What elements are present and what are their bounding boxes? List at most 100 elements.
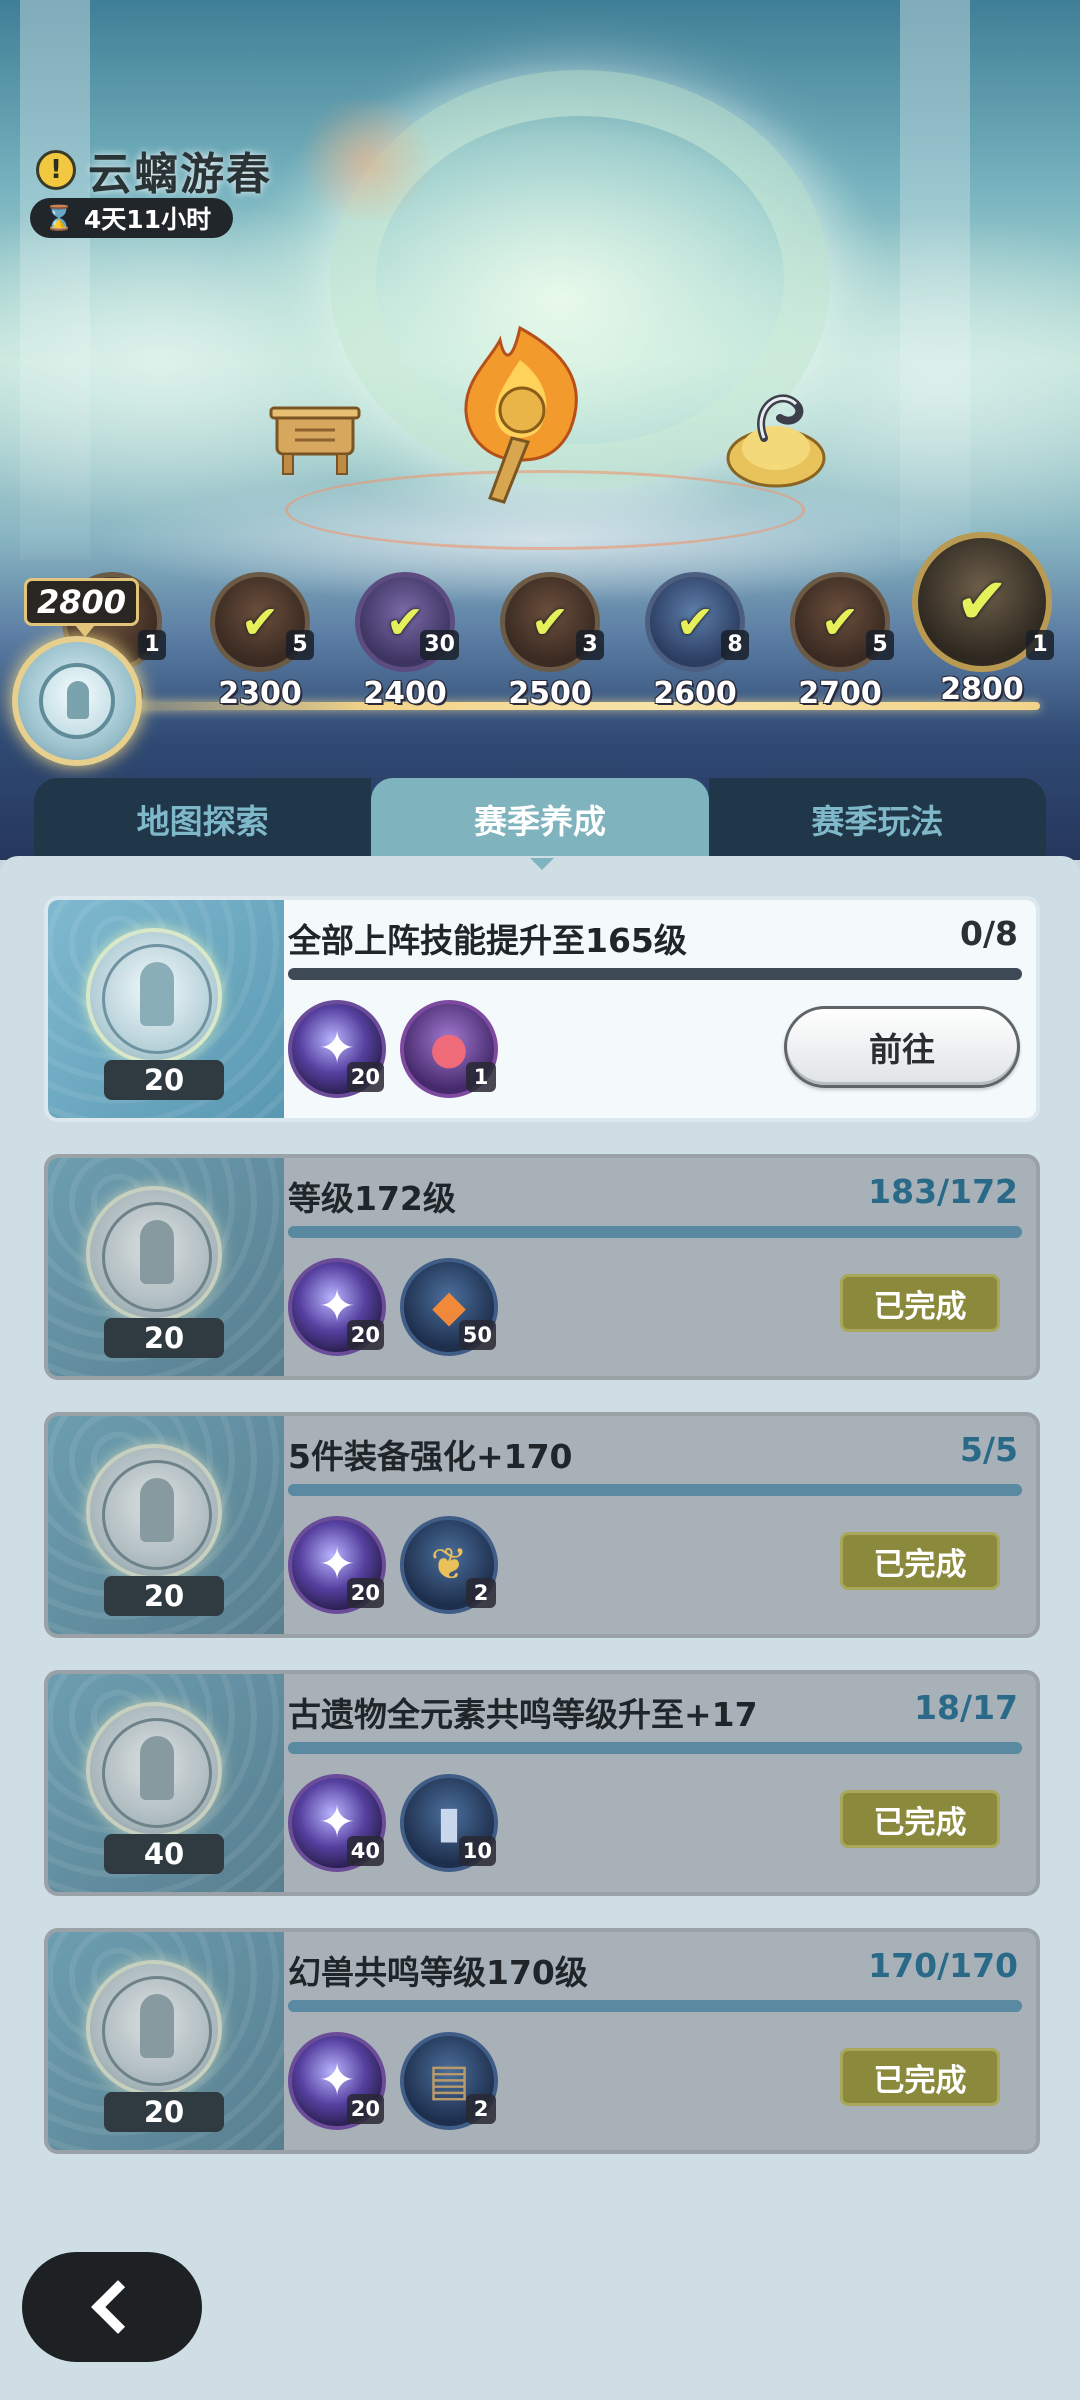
milestone-count: 30 [420,630,459,660]
item-count: 40 [346,1836,384,1866]
item-count: 10 [458,1836,496,1866]
tab-season-growth[interactable]: 赛季养成 [371,778,709,860]
info-alert-icon[interactable]: ! [36,150,76,190]
current-points-badge: 2800 [24,578,140,637]
task-panel: 20 全部上阵技能提升至165级 0/8 ✦ 20 ● 1 前往 20 等级17… [0,856,1080,2400]
task-title: 全部上阵技能提升至165级 [288,921,687,960]
star-orb-icon[interactable]: ✦ 20 [288,1258,386,1356]
star-orb-icon[interactable]: ✦ 40 [288,1774,386,1872]
crystal-icon[interactable]: ◆ 50 [400,1258,498,1356]
task-items: ✦ 20 ◆ 50 [288,1258,498,1356]
task-reward-area: 20 [48,1416,284,1634]
star-orb-icon[interactable]: ✦ 20 [288,1000,386,1098]
task-title: 等级172级 [288,1179,456,1218]
coin-reward-count: 20 [104,1576,224,1616]
apple-glyph: ● [429,1023,469,1074]
milestone-label: 2400 [363,676,447,711]
season-coin-icon [86,928,222,1064]
claimed-check-icon: ✔ [240,595,280,649]
chevron-left-icon [91,2280,145,2334]
event-banner: ! 云螭游春 ⌛ 4天11小时 1 0 ✔ 5 2300 ✔ 30 2400 ✔… [0,0,1080,860]
season-coin-icon [12,636,142,766]
task-progress-text: 18/17 [914,1688,1018,1727]
task-reward-area: 20 [48,1158,284,1376]
milestone-count: 5 [286,630,314,660]
task-progress-fill [288,2000,1022,2012]
task-items: ✦ 20 ❦ 2 [288,1516,498,1614]
task-progress-fill [288,1484,1022,1496]
item-count: 2 [466,1578,496,1608]
tab-map-explore[interactable]: 地图探索 [34,778,372,860]
tab-season-gameplay[interactable]: 赛季玩法 [708,778,1046,860]
task-progress-bar [288,1742,1022,1754]
task-progress-text: 5/5 [960,1430,1018,1469]
task-reward-area: 20 [48,1932,284,2150]
task-items: ✦ 20 ▤ 2 [288,2032,498,2130]
card-glyph: ▮ [436,1797,462,1848]
claimed-check-icon: ✔ [820,595,860,649]
item-count: 20 [346,1062,384,1092]
milestone-count: 3 [576,630,604,660]
milestone-label: 2700 [798,676,882,711]
go-button[interactable]: 前往 [784,1006,1020,1088]
season-coin-icon [86,1960,222,2096]
task-card: 20 等级172级 183/172 ✦ 20 ◆ 50 已完成 [44,1154,1040,1380]
task-reward-area: 40 [48,1674,284,1892]
task-progress-bar [288,1226,1022,1238]
dragon-head-artwork [290,100,440,220]
task-card: 20 全部上阵技能提升至165级 0/8 ✦ 20 ● 1 前往 [44,896,1040,1122]
task-items: ✦ 20 ● 1 [288,1000,498,1098]
apple-icon[interactable]: ● 1 [400,1000,498,1098]
event-title: 云螭游春 [88,149,272,200]
book-glyph: ▤ [428,2055,470,2106]
flame-scepter-reward-icon[interactable] [440,320,600,510]
claimed-check-icon: ✔ [530,595,570,649]
leaf-icon[interactable]: ❦ 2 [400,1516,498,1614]
task-items: ✦ 40 ▮ 10 [288,1774,498,1872]
leaf-glyph: ❦ [430,1539,468,1590]
milestone-count: 8 [721,630,749,660]
item-count: 20 [346,1578,384,1608]
star-orb-icon[interactable]: ✦ 20 [288,1516,386,1614]
bronze-cauldron-reward-icon[interactable] [265,400,365,480]
season-coin-icon [86,1186,222,1322]
season-coin-icon [86,1444,222,1580]
hourglass-icon: ⌛ [44,204,74,232]
task-progress-bar [288,1484,1022,1496]
task-progress-bar [288,2000,1022,2012]
golden-incense-reward-icon[interactable] [716,378,836,498]
task-card: 40 古遗物全元素共鸣等级升至+17 18/17 ✦ 40 ▮ 10 已完成 [44,1670,1040,1896]
tab-bar: 地图探索 赛季养成 赛季玩法 [34,778,1046,860]
book-icon[interactable]: ▤ 2 [400,2032,498,2130]
claimed-check-icon: ✔ [955,565,1009,639]
star-orb-icon[interactable]: ✦ 20 [288,2032,386,2130]
milestone-label: 2300 [218,676,302,711]
task-progress-fill [288,1226,1022,1238]
task-progress-text: 0/8 [960,914,1018,953]
coin-reward-count: 20 [104,2092,224,2132]
completed-badge: 已完成 [840,1274,1000,1332]
item-count: 20 [346,1320,384,1350]
back-button[interactable] [22,2252,202,2362]
coin-reward-count: 20 [104,1060,224,1100]
completed-badge: 已完成 [840,2048,1000,2106]
coin-reward-count: 20 [104,1318,224,1358]
task-progress-text: 183/172 [868,1172,1018,1211]
milestone-count: 1 [138,630,166,660]
event-title-row: ! 云螭游春 [36,138,272,202]
event-timer: ⌛ 4天11小时 [30,198,234,238]
task-title: 古遗物全元素共鸣等级升至+17 [288,1695,758,1734]
milestone-count: 1 [1026,630,1054,660]
item-count: 50 [458,1320,496,1350]
milestone-label: 2600 [653,676,737,711]
milestone-label: 2800 [940,672,1024,707]
item-count: 20 [346,2094,384,2124]
task-card: 20 5件装备强化+170 5/5 ✦ 20 ❦ 2 已完成 [44,1412,1040,1638]
card-icon[interactable]: ▮ 10 [400,1774,498,1872]
milestone-label: 2500 [508,676,592,711]
completed-badge: 已完成 [840,1790,1000,1848]
active-tab-pointer [530,858,554,870]
task-reward-area: 20 [48,900,284,1118]
task-progress-fill [288,1742,1022,1754]
task-card: 20 幻兽共鸣等级170级 170/170 ✦ 20 ▤ 2 已完成 [44,1928,1040,2154]
